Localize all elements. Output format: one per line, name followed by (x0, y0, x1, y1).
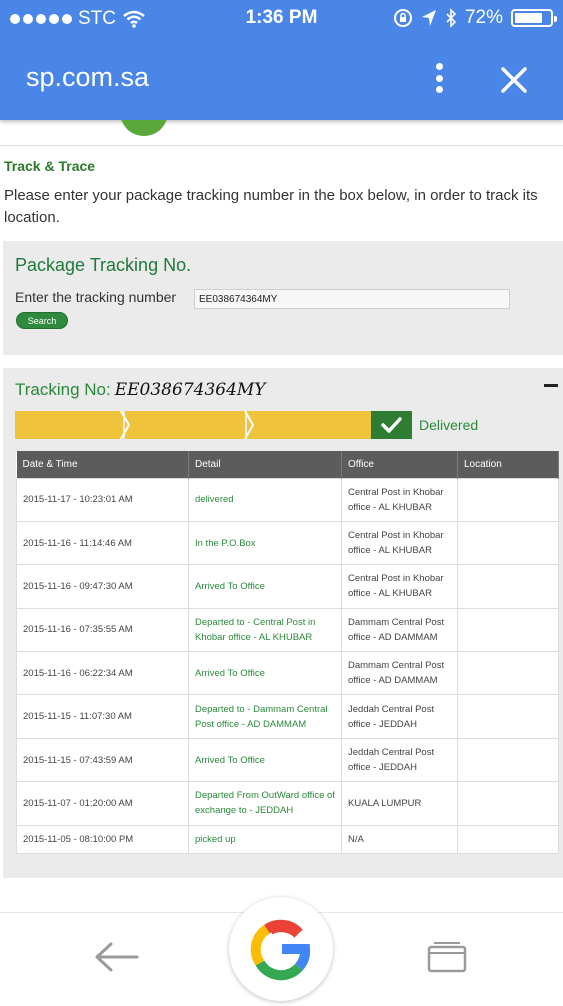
search-button[interactable]: Search (16, 312, 68, 329)
office-cell: Central Post in Khobar office - AL KHUBA… (341, 477, 458, 522)
location-cell (457, 824, 559, 854)
detail-cell: Departed to - Central Post in Khobar off… (188, 607, 342, 653)
office-cell: Dammam Central Post office - AD DAMMAM (341, 607, 458, 653)
site-logo-strip (0, 120, 563, 146)
delivered-step (371, 411, 412, 439)
tracking-heading: Tracking No: EE038674364MY (15, 380, 266, 400)
table-row: 2015-11-15 - 07:43:59 AM Arrived To Offic… (16, 737, 559, 783)
office-cell: Jeddah Central Post office - JEDDAH (341, 737, 458, 783)
progress-chevrons (120, 411, 255, 439)
tracking-number-value: EE038674364MY (114, 380, 266, 400)
detail-cell: Arrived To Office (188, 651, 342, 696)
browser-toolbar: sp.com.sa (0, 38, 563, 120)
tracking-history-table: Date & Time Detail Office Location 2015-… (16, 451, 559, 854)
location-cell (457, 651, 559, 696)
office-cell: Dammam Central Post office - AD DAMMAM (341, 651, 458, 696)
more-vert-icon[interactable] (424, 60, 454, 96)
bottom-nav (0, 897, 563, 1001)
column-header: Location (457, 451, 559, 478)
office-cell: Jeddah Central Post office - JEDDAH (341, 694, 458, 739)
detail-cell: delivered (188, 477, 342, 522)
status-bar-right: 72% (393, 7, 557, 29)
url-text[interactable]: sp.com.sa (26, 62, 149, 93)
location-cell (457, 694, 559, 739)
form-title: Package Tracking No. (15, 255, 192, 275)
location-cell (457, 781, 559, 826)
minus-icon[interactable] (544, 384, 558, 387)
date-cell: 2015-11-15 - 07:43:59 AM (16, 737, 189, 783)
site-logo (120, 120, 168, 136)
delivery-status: Delivered (419, 417, 479, 433)
location-cell (457, 477, 559, 522)
location-cell (457, 520, 559, 566)
date-cell: 2015-11-07 - 01:20:00 AM (16, 781, 189, 826)
detail-cell: Arrived To Office (188, 737, 342, 783)
table-row: 2015-11-16 - 06:22:34 AM Arrived To Offic… (16, 651, 559, 696)
detail-cell: picked up (188, 824, 342, 854)
google-g-icon (250, 919, 311, 981)
date-cell: 2015-11-16 - 07:35:55 AM (16, 607, 189, 653)
table-row: 2015-11-07 - 01:20:00 AM Departed From Ou… (16, 781, 559, 826)
detail-cell: Departed to - Dammam Central Post office… (188, 694, 342, 739)
check-icon (381, 417, 402, 433)
bluetooth-icon (446, 8, 457, 28)
office-cell: Central Post in Khobar office - AL KHUBA… (341, 564, 458, 609)
office-cell: KUALA LUMPUR (341, 781, 458, 826)
date-cell: 2015-11-16 - 11:14:46 AM (16, 520, 189, 566)
orientation-lock-icon (393, 9, 412, 27)
table-row: 2015-11-05 - 08:10:00 PM picked up N/A (16, 824, 559, 854)
google-button[interactable] (229, 897, 333, 1001)
back-arrow-icon[interactable] (93, 937, 139, 977)
date-cell: 2015-11-17 - 10:23:01 AM (16, 477, 189, 522)
tracking-form-panel: Package Tracking No. Enter the tracking … (3, 241, 563, 355)
date-cell: 2015-11-15 - 11:07:30 AM (16, 694, 189, 739)
column-header: Office (341, 451, 458, 478)
location-cell (457, 564, 559, 609)
date-cell: 2015-11-05 - 08:10:00 PM (16, 824, 189, 854)
close-icon[interactable] (494, 60, 534, 100)
table-row: 2015-11-17 - 10:23:01 AM delivered Central… (16, 477, 559, 522)
date-cell: 2015-11-16 - 09:47:30 AM (16, 564, 189, 609)
date-cell: 2015-11-16 - 06:22:34 AM (16, 651, 189, 696)
column-header: Detail (188, 451, 342, 478)
column-header: Date & Time (16, 451, 189, 478)
location-cell (457, 607, 559, 653)
progress-bar (15, 411, 411, 439)
table-row: 2015-11-16 - 09:47:30 AM Arrived To Offic… (16, 564, 559, 609)
table-row: 2015-11-16 - 07:35:55 AM Departed to - Ce… (16, 607, 559, 653)
status-bar: STC 1:36 PM 72% (0, 0, 563, 38)
detail-cell: Departed From OutWard office of exchange… (188, 781, 342, 826)
instructions-text: Please enter your package tracking numbe… (4, 187, 538, 226)
tabs-icon[interactable] (426, 939, 468, 973)
location-arrow-icon (421, 10, 436, 26)
office-cell: Central Post in Khobar office - AL KHUBA… (341, 520, 458, 566)
detail-cell: Arrived To Office (188, 564, 342, 609)
location-cell (457, 737, 559, 783)
battery-icon (511, 9, 557, 27)
battery-percent: 72% (464, 7, 503, 28)
table-row: 2015-11-15 - 11:07:30 AM Departed to - Da… (16, 694, 559, 739)
detail-cell: In the P.O.Box (188, 520, 342, 566)
office-cell: N/A (341, 824, 458, 854)
table-row: 2015-11-16 - 11:14:46 AM In the P.O.Box Ce… (16, 520, 559, 566)
tracking-results-panel: Tracking No: EE038674364MY Delivered Date… (3, 368, 563, 878)
tracking-number-caption: Tracking No: (15, 380, 111, 399)
tracking-number-label: Enter the tracking number (15, 289, 177, 305)
table-header-row: Date & Time Detail Office Location (16, 451, 559, 478)
section-title: Track & Trace (4, 158, 96, 174)
tracking-number-input[interactable] (194, 289, 510, 309)
